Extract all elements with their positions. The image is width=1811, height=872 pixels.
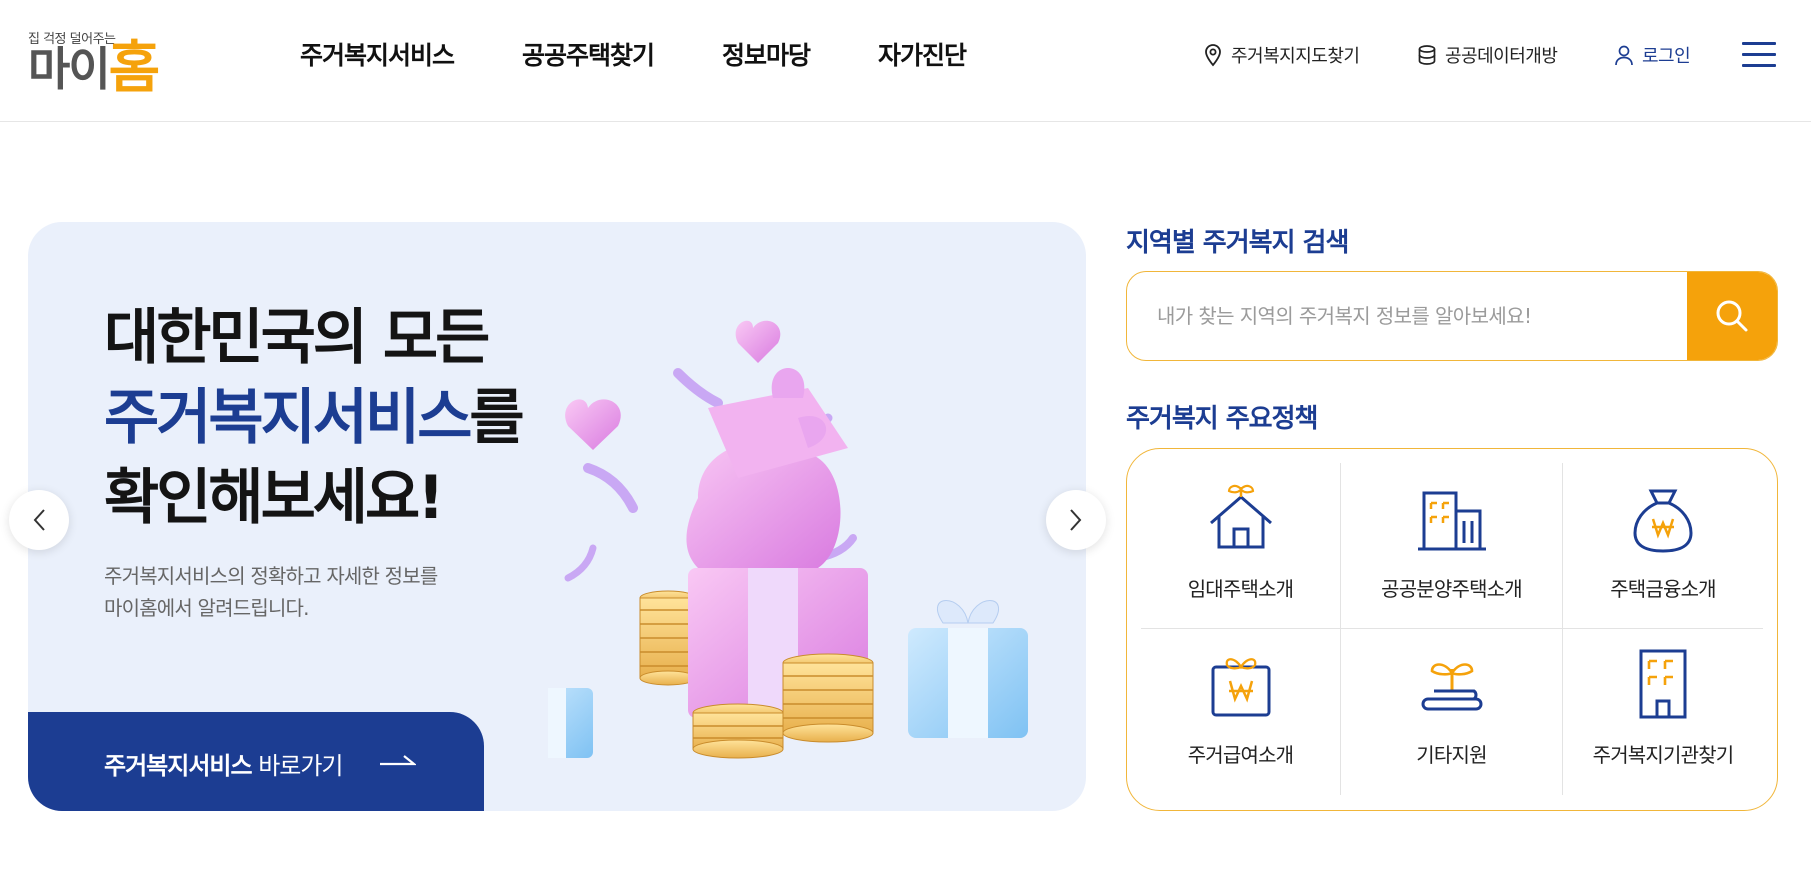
- apartment-buildings-icon: [1417, 491, 1486, 551]
- gift-illustration: [548, 320, 1028, 759]
- site-logo[interactable]: 집 걱정 덜어주는 마이홈: [28, 20, 198, 97]
- building-icon: [1639, 649, 1687, 719]
- key-policy-grid: 임대주택소개 공공분양주택소개 주택금융소개 주거급여소개 기타지원 주거복지기…: [1141, 463, 1763, 795]
- policy-label-rental-housing: 임대주택소개: [1187, 577, 1294, 601]
- policy-item-find-welfare-agency[interactable]: 주거복지기관찾기: [1563, 629, 1763, 795]
- policy-label-housing-benefit: 주거급여소개: [1187, 743, 1294, 767]
- welfare-map-label: 주거복지지도찾기: [1231, 46, 1360, 67]
- search-icon: [1716, 300, 1748, 332]
- hero-description: 주거복지서비스의 정확하고 자세한 정보를 마이홈에서 알려드립니다.: [104, 560, 438, 624]
- main-nav: 주거복지서비스 공공주택찾기 정보마당 자가진단: [300, 36, 1034, 72]
- hero-title-line2-rest: 를: [469, 383, 524, 453]
- nav-item-public-housing-search[interactable]: 공공주택찾기: [522, 36, 655, 72]
- policy-label-public-sale-housing: 공공분양주택소개: [1381, 577, 1523, 601]
- site-header: 집 걱정 덜어주는 마이홈 주거복지서비스 공공주택찾기 정보마당 자가진단 주…: [0, 0, 1811, 122]
- nav-item-information[interactable]: 정보마당: [722, 36, 811, 72]
- hero-title-line1: 대한민국의 모든: [104, 303, 490, 373]
- login-label: 로그인: [1642, 46, 1691, 67]
- money-bag-icon: [1633, 489, 1693, 553]
- search-button[interactable]: [1687, 272, 1777, 360]
- key-policy-panel: 임대주택소개 공공분양주택소개 주택금융소개 주거급여소개 기타지원 주거복지기…: [1126, 448, 1778, 811]
- hero-cta-label: 주거복지서비스 바로가기: [104, 746, 344, 781]
- logo-name-prefix: 마이: [28, 42, 111, 96]
- database-icon: [1418, 45, 1436, 65]
- key-policy-title: 주거복지 주요정책: [1126, 404, 1318, 434]
- hero-desc-line2: 마이홈에서 알려드립니다.: [104, 596, 310, 620]
- welfare-map-link[interactable]: 주거복지지도찾기: [1203, 42, 1360, 68]
- hero-next-button[interactable]: [1046, 490, 1106, 550]
- gift-won-icon: [1211, 658, 1270, 717]
- arrow-right-icon: [380, 755, 416, 766]
- house-sprout-icon: [1209, 484, 1272, 549]
- hero-prev-button[interactable]: [9, 490, 69, 550]
- region-search-title: 지역별 주거복지 검색: [1126, 228, 1349, 258]
- map-pin-icon: [1205, 44, 1221, 67]
- open-data-label: 공공데이터개방: [1445, 46, 1558, 67]
- policy-label-find-welfare-agency: 주거복지기관찾기: [1592, 743, 1735, 767]
- policy-item-other-support[interactable]: 기타지원: [1341, 629, 1563, 795]
- policy-label-housing-finance: 주택금융소개: [1610, 577, 1716, 601]
- hero-title-highlight: 주거복지서비스: [104, 383, 472, 453]
- logo-name: 마이홈: [28, 41, 160, 97]
- user-icon: [1615, 45, 1633, 66]
- hamburger-icon[interactable]: [1742, 42, 1776, 68]
- policy-item-rental-housing[interactable]: 임대주택소개: [1141, 463, 1341, 629]
- hero-cta-label-rest: 바로가기: [251, 752, 343, 780]
- sprout-icon: [1421, 663, 1482, 711]
- nav-item-housing-welfare-service[interactable]: 주거복지서비스: [300, 36, 455, 72]
- hero-title: 대한민국의 모든 주거복지서비스를 확인해보세요!: [104, 298, 525, 538]
- hero-cta-button[interactable]: 주거복지서비스 바로가기: [28, 712, 484, 811]
- nav-item-self-diagnosis[interactable]: 자가진단: [878, 36, 967, 72]
- policy-item-public-sale-housing[interactable]: 공공분양주택소개: [1341, 463, 1563, 629]
- policy-item-housing-benefit[interactable]: 주거급여소개: [1141, 629, 1341, 795]
- chevron-right-icon: [1070, 509, 1082, 531]
- logo-name-accent: 홈: [108, 36, 161, 101]
- chevron-left-icon: [33, 509, 45, 531]
- hero-title-line3: 확인해보세요!: [104, 463, 445, 533]
- region-search-form: [1126, 271, 1778, 361]
- hero-banner: 대한민국의 모든 주거복지서비스를 확인해보세요! 주거복지서비스의 정확하고 …: [28, 222, 1086, 811]
- policy-label-other-support: 기타지원: [1416, 743, 1487, 767]
- hero-cta-label-bold: 주거복지서비스: [104, 752, 253, 780]
- login-link[interactable]: 로그인: [1614, 42, 1691, 68]
- region-search-input[interactable]: [1127, 272, 1689, 359]
- policy-item-housing-finance[interactable]: 주택금융소개: [1563, 463, 1763, 629]
- open-data-link[interactable]: 공공데이터개방: [1417, 42, 1558, 68]
- hero-desc-line1: 주거복지서비스의 정확하고 자세한 정보를: [104, 564, 438, 588]
